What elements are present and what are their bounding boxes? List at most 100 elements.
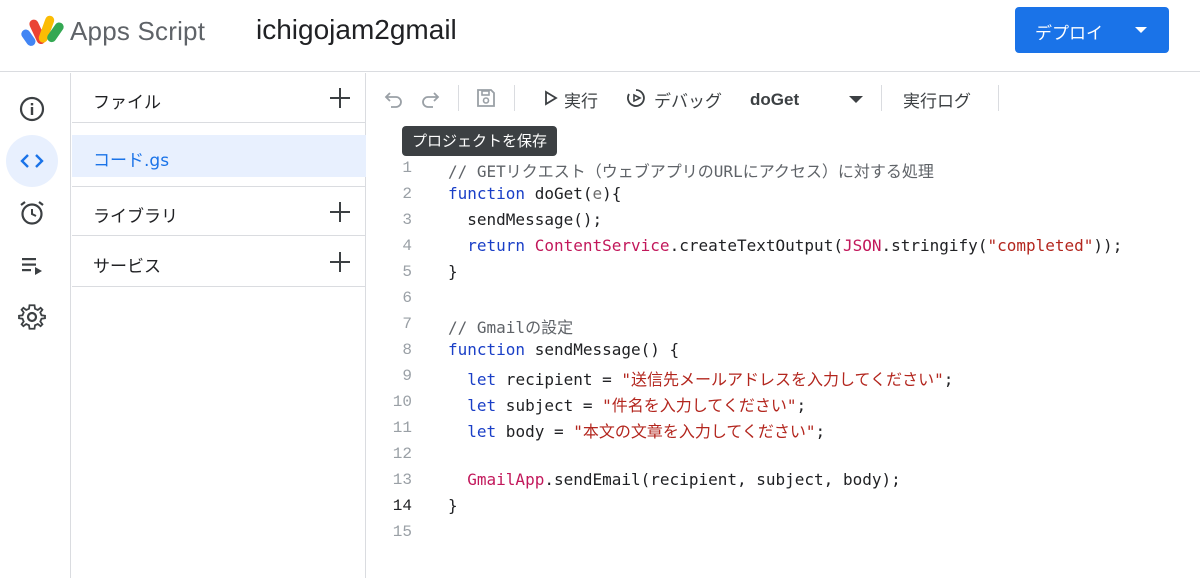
code-token: "本文の文章を入力してください" [573,422,816,441]
code-token: .sendEmail(recipient, subject, body); [544,470,901,489]
debug-button-icon-wrap[interactable] [623,85,649,111]
rail-overview-button[interactable] [6,83,58,135]
code-line[interactable]: 5} [367,260,1200,286]
line-number: 4 [402,237,412,255]
apps-script-logo-icon[interactable] [20,13,64,49]
code-token: "completed" [987,236,1094,255]
code-token: ; [943,370,954,389]
deploy-button[interactable]: デプロイ [1015,7,1169,53]
code-line[interactable]: 12 [367,442,1200,468]
run-button-icon-wrap[interactable] [537,85,563,111]
code-token: sendMessage() { [525,340,680,359]
line-number: 14 [392,497,412,515]
code-text: } [448,496,458,515]
toolbar-divider [514,85,515,111]
editor-toolbar: 実行 デバッグ doGet 実行ログ [367,73,1200,123]
file-item-code-gs[interactable]: コード.gs [72,135,366,177]
brand-name[interactable]: Apps Script [70,16,205,47]
add-library-plus-icon[interactable] [328,200,352,224]
code-token: ; [796,396,807,415]
redo-icon [422,92,440,108]
save-button[interactable] [473,85,499,111]
code-token: "送信先メールアドレスを入力してください" [621,370,944,389]
line-number: 12 [392,445,412,463]
code-icon [20,154,44,168]
toolbar-divider [458,85,459,111]
caret-down-icon[interactable] [849,96,863,103]
line-number: 10 [392,393,412,411]
rail-triggers-button[interactable] [6,187,58,239]
alarm-clock-icon [20,201,44,225]
execution-log-button[interactable]: 実行ログ [903,87,971,112]
services-section-label: サービス [93,257,161,277]
code-line[interactable]: 1 // GETリクエスト（ウェブアプリのURLにアクセス）に対する処理 [367,156,1200,182]
code-token: .stringify( [881,236,988,255]
code-editor[interactable]: 1 // GETリクエスト（ウェブアプリのURLにアクセス）に対する処理 2 func… [367,156,1200,578]
code-line[interactable]: 2 function doGet(e){ [367,182,1200,208]
undo-icon [384,92,402,108]
files-section-label: ファイル [93,93,161,113]
app-header: Apps Script ichigojam2gmail デプロイ [0,0,1200,72]
code-token: function [448,184,526,203]
line-number: 8 [402,341,412,359]
code-text: let subject = "件名を入力してください"; [448,392,806,416]
line-number: 11 [392,419,412,437]
code-token: "件名を入力してください" [602,396,797,415]
save-tooltip: プロジェクトを保存 [402,126,558,156]
add-file-plus-icon[interactable] [328,86,352,110]
undo-button[interactable] [381,85,407,111]
code-line[interactable]: 11 let body = "本文の文章を入力してください"; [367,416,1200,442]
line-number: 9 [402,367,412,385]
rail-settings-button[interactable] [6,291,58,343]
deploy-button-label: デプロイ [1035,24,1103,44]
code-text: GmailApp.sendEmail(recipient, subject, b… [448,470,901,489]
code-text: return ContentService.createTextOutput(J… [448,236,1122,255]
code-token: doGet( [525,184,593,203]
code-token: subject = [496,396,603,415]
add-service-plus-icon[interactable] [328,250,352,274]
redo-button[interactable] [417,85,443,111]
code-line[interactable]: 10 let subject = "件名を入力してください"; [367,390,1200,416]
rail-executions-button[interactable] [6,239,58,291]
files-section-header: ファイル [72,73,366,123]
code-line[interactable]: 8 function sendMessage() { [367,338,1200,364]
code-token: ; [815,422,826,441]
code-line[interactable]: 7 // Gmailの設定 [367,312,1200,338]
code-line[interactable]: 6 [367,286,1200,312]
function-select[interactable]: doGet [750,90,799,110]
project-title[interactable]: ichigojam2gmail [256,14,457,46]
code-text: // Gmailの設定 [448,314,573,338]
code-text: // GETリクエスト（ウェブアプリのURLにアクセス）に対する処理 [448,158,934,182]
code-token: let [467,422,497,441]
files-panel: ファイル コード.gs ライブラリ サービス [72,73,366,578]
line-number: 7 [402,315,412,333]
code-line[interactable]: 13 GmailApp.sendEmail(recipient, subject… [367,468,1200,494]
services-section-header: サービス [72,237,366,287]
code-token: function [448,340,526,359]
code-text: sendMessage(); [448,210,602,229]
code-line[interactable]: 9 let recipient = "送信先メールアドレスを入力してください"; [367,364,1200,390]
debug-button[interactable]: デバッグ [654,87,722,112]
rail-editor-button[interactable] [6,135,58,187]
code-line[interactable]: 14} [367,494,1200,520]
save-icon [477,89,495,107]
code-token: ContentService [534,236,670,255]
code-line[interactable]: 4 return ContentService.createTextOutput… [367,234,1200,260]
libraries-section-label: ライブラリ [93,207,178,227]
list-play-icon [22,258,42,275]
code-token: // Gmailの設定 [448,318,574,337]
code-token: return [467,236,526,255]
code-token: } [448,496,458,515]
line-number: 5 [402,263,412,281]
run-button[interactable]: 実行 [564,87,598,112]
code-line[interactable]: 3 sendMessage(); [367,208,1200,234]
gear-icon [18,304,46,330]
code-token: )); [1093,236,1123,255]
libraries-section-header: ライブラリ [72,186,366,236]
line-number: 2 [402,185,412,203]
code-line[interactable]: 15 [367,520,1200,546]
code-token: } [448,262,458,281]
